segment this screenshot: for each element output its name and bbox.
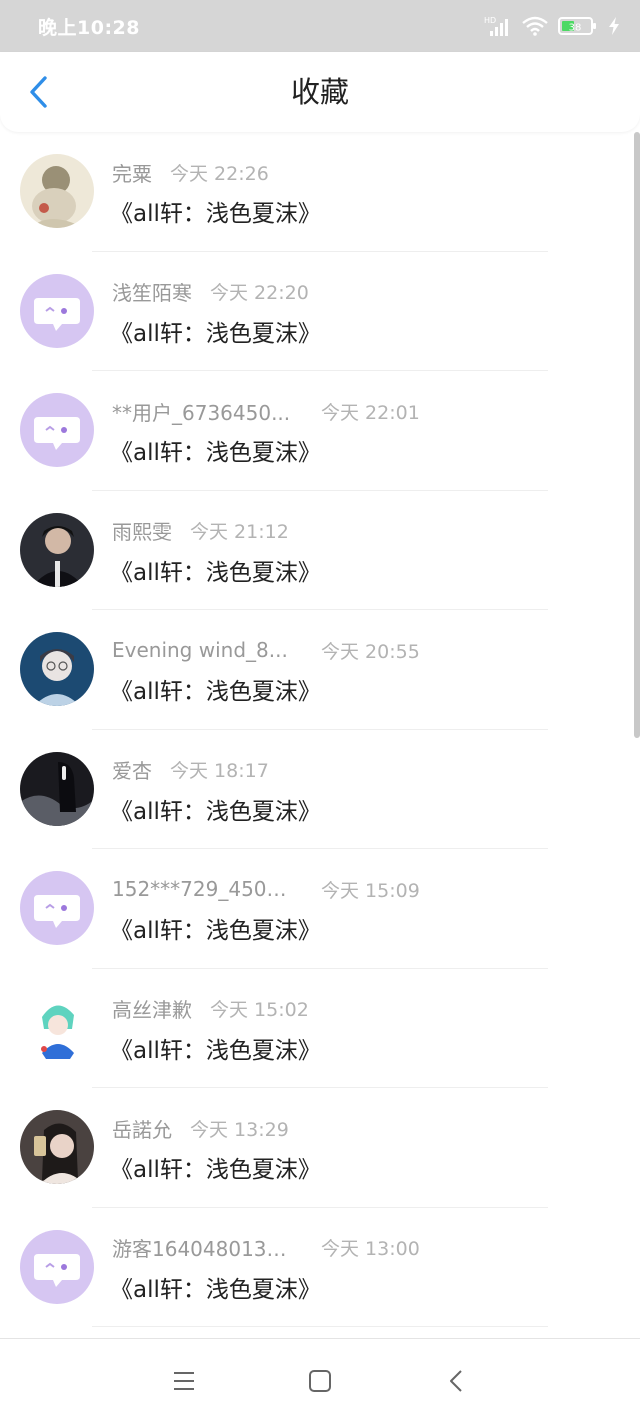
list-item[interactable]: 完粟 今天 22:26 《all轩：浅色夏沫》 — [0, 132, 640, 252]
default-chat-avatar[interactable] — [20, 1229, 94, 1304]
favorite-title[interactable]: 《all轩：浅色夏沫》 — [110, 911, 321, 945]
username[interactable]: 爱杏 — [112, 755, 152, 784]
battery-icon: 38 — [558, 16, 598, 36]
signal-icon: HD — [484, 15, 512, 37]
selfie-avatar[interactable] — [20, 1110, 94, 1184]
default-chat-avatar[interactable] — [20, 393, 94, 467]
meta-line: Evening wind_8... 今天 20:55 — [112, 636, 420, 664]
favorite-title[interactable]: 《all轩：浅色夏沫》 — [110, 314, 321, 348]
back-button[interactable] — [18, 72, 58, 112]
favorite-title[interactable]: 《all轩：浅色夏沫》 — [110, 433, 321, 467]
list-item[interactable]: 雨熙雯 今天 21:12 《all轩：浅色夏沫》 — [0, 491, 640, 611]
illustration-avatar[interactable] — [20, 154, 94, 228]
username[interactable]: 岳諾允 — [112, 1114, 172, 1143]
dark-photo-avatar[interactable] — [20, 512, 94, 587]
system-back-button[interactable] — [438, 1363, 474, 1399]
favorites-list[interactable]: 完粟 今天 22:26 《all轩：浅色夏沫》 浅笙陌寒 今天 22:20 《a… — [0, 132, 640, 1338]
wifi-icon — [522, 16, 548, 36]
meta-line: 152***729_4509... 今天 15:09 — [112, 875, 420, 903]
timestamp: 今天 13:00 — [321, 1238, 420, 1260]
scrollbar[interactable] — [634, 132, 640, 738]
timestamp: 今天 13:29 — [190, 1118, 289, 1141]
status-time: 晚上10:28 — [38, 16, 140, 39]
menu-button[interactable] — [166, 1363, 202, 1399]
list-item[interactable]: Evening wind_8... 今天 20:55 《all轩：浅色夏沫》 — [0, 610, 640, 730]
list-item[interactable]: **用户_6736450... 今天 22:01 《all轩：浅色夏沫》 — [0, 371, 640, 491]
blue-photo-avatar[interactable] — [20, 632, 94, 706]
meta-line: **用户_6736450... 今天 22:01 — [112, 397, 420, 425]
meta-line: 爱杏 今天 18:17 — [112, 756, 269, 784]
home-button[interactable] — [302, 1363, 338, 1399]
favorite-title[interactable]: 《all轩：浅色夏沫》 — [110, 1150, 321, 1184]
timestamp: 今天 21:12 — [190, 521, 289, 543]
timestamp: 今天 20:55 — [321, 640, 420, 663]
username[interactable]: Evening wind_8... — [112, 638, 297, 662]
username[interactable]: 游客1640480138... — [112, 1233, 297, 1262]
night-photo-avatar[interactable] — [20, 751, 94, 826]
username[interactable]: 完粟 — [112, 158, 152, 187]
meta-line: 岳諾允 今天 13:29 — [112, 1114, 289, 1142]
favorite-title[interactable]: 《all轩：浅色夏沫》 — [110, 672, 321, 706]
favorite-title[interactable]: 《all轩：浅色夏沫》 — [110, 1031, 321, 1065]
status-bar: 晚上10:28 HD 38 — [0, 0, 640, 52]
status-icons: HD 38 — [484, 15, 620, 37]
favorite-title[interactable]: 《all轩：浅色夏沫》 — [110, 553, 321, 587]
username[interactable]: **用户_6736450... — [112, 397, 297, 426]
network-label: HD — [484, 16, 496, 25]
system-nav-bar — [0, 1338, 640, 1422]
favorite-title[interactable]: 《all轩：浅色夏沫》 — [110, 792, 321, 826]
list-item[interactable]: 152***729_4509... 今天 15:09 《all轩：浅色夏沫》 — [0, 849, 640, 969]
timestamp: 今天 22:26 — [170, 162, 269, 185]
meta-line: 游客1640480138... 今天 13:00 — [112, 1234, 420, 1262]
favorite-title[interactable]: 《all轩：浅色夏沫》 — [110, 1270, 321, 1304]
meta-line: 浅笙陌寒 今天 22:20 — [112, 278, 309, 306]
list-item[interactable]: 爱杏 今天 18:17 《all轩：浅色夏沫》 — [0, 730, 640, 850]
list-item[interactable]: 浅笙陌寒 今天 22:20 《all轩：浅色夏沫》 — [0, 252, 640, 372]
battery-level: 38 — [569, 23, 582, 34]
charging-icon — [608, 17, 620, 35]
meta-line: 高丝津歉 今天 15:02 — [112, 995, 309, 1023]
home-square-icon — [309, 1369, 331, 1392]
menu-icon — [174, 1371, 194, 1390]
meta-line: 雨熙雯 今天 21:12 — [112, 517, 289, 545]
anime-avatar[interactable] — [20, 990, 94, 1065]
page-title: 收藏 — [290, 75, 349, 109]
timestamp: 今天 22:01 — [321, 401, 420, 424]
header: 收藏 — [0, 52, 640, 132]
username[interactable]: 高丝津歉 — [112, 994, 192, 1023]
list-item[interactable]: 岳諾允 今天 13:29 《all轩：浅色夏沫》 — [0, 1088, 640, 1208]
back-triangle-icon — [450, 1369, 462, 1392]
username[interactable]: 152***729_4509... — [112, 877, 297, 901]
username[interactable]: 雨熙雯 — [112, 516, 172, 545]
timestamp: 今天 15:09 — [321, 879, 420, 902]
meta-line: 完粟 今天 22:26 — [112, 158, 269, 186]
list-item[interactable]: 游客1640480138... 今天 13:00 《all轩：浅色夏沫》 — [0, 1208, 640, 1328]
chevron-left-icon — [30, 76, 47, 108]
timestamp: 今天 18:17 — [170, 760, 269, 782]
list-item[interactable]: 高丝津歉 今天 15:02 《all轩：浅色夏沫》 — [0, 969, 640, 1089]
timestamp: 今天 15:02 — [210, 999, 309, 1021]
favorite-title[interactable]: 《all轩：浅色夏沫》 — [110, 194, 321, 228]
default-chat-avatar[interactable] — [20, 273, 94, 348]
username[interactable]: 浅笙陌寒 — [112, 277, 192, 306]
timestamp: 今天 22:20 — [210, 282, 309, 304]
default-chat-avatar[interactable] — [20, 871, 94, 945]
